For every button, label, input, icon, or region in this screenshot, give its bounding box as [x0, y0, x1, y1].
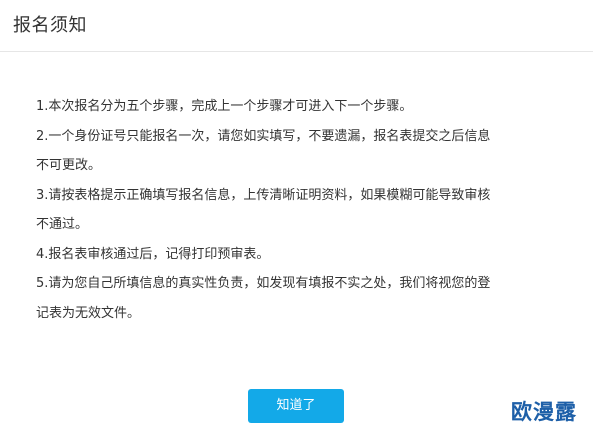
notice-rule-4: 4.报名表审核通过后，记得打印预审表。 — [36, 246, 270, 262]
notice-rule-2: 2.一个身份证号只能报名一次，请您如实填写，不要遗漏，报名表提交之后信息不可更改… — [36, 128, 491, 174]
registration-notice-dialog: 报名须知 1.本次报名分为五个步骤，完成上一个步骤才可进入下一个步骤。 2.一个… — [0, 0, 593, 433]
notice-rule-5: 5.请为您自己所填信息的真实性负责，如发现有填报不实之处，我们将视您的登记表为无… — [36, 276, 491, 321]
dialog-header: 报名须知 — [0, 0, 593, 52]
dialog-title: 报名须知 — [13, 15, 87, 36]
acknowledge-button[interactable]: 知道了 — [248, 389, 344, 423]
watermark-logo: 欧漫露 — [511, 400, 577, 424]
notice-rule-1: 1.本次报名分为五个步骤，完成上一个步骤才可进入下一个步骤。 — [36, 99, 413, 114]
notice-content: 1.本次报名分为五个步骤，完成上一个步骤才可进入下一个步骤。 2.一个身份证号只… — [36, 92, 496, 328]
notice-rule-3: 3.请按表格提示正确填写报名信息，上传清晰证明资料，如果模糊可能导致审核不通过。 — [36, 187, 491, 233]
